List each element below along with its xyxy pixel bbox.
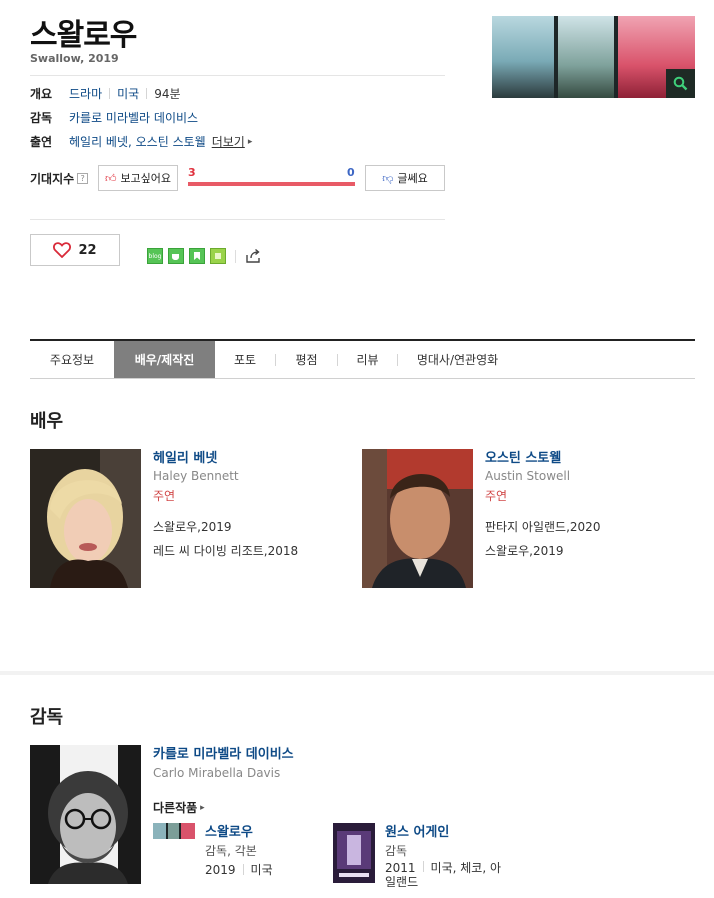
poster-image (153, 823, 195, 839)
separator (109, 88, 111, 99)
tabs-bottom-border (30, 378, 695, 379)
actor-portrait-image (30, 449, 141, 588)
tab-quotes-related[interactable]: 명대사/연관영화 (398, 341, 517, 378)
blog-label: blog (148, 252, 162, 260)
memo-share-icon[interactable] (210, 248, 226, 264)
not-sure-label: 글쎄요 (397, 172, 428, 185)
cast-label: 출연 (30, 135, 53, 149)
want-ratio-bar (188, 182, 355, 186)
genre-link[interactable]: 드라마 (69, 85, 102, 102)
actor-work[interactable]: 판타지 아일랜드,2020 (485, 518, 600, 535)
share-bar: blog (147, 248, 263, 264)
search-icon (673, 76, 688, 91)
expectation-label: 기대지수 (30, 171, 75, 186)
separator (242, 864, 244, 875)
tab-bar: 주요정보 배우/제작진 포토 평점 리뷰 명대사/연관영화 (30, 341, 517, 378)
separator (422, 861, 424, 872)
work-title[interactable]: 원스 어게인 (385, 821, 449, 840)
want-to-see-button[interactable]: 👍︎ 보고싶어요 (98, 165, 178, 191)
actor-photo-austin-stowell[interactable] (362, 449, 473, 588)
actor-role: 주연 (153, 489, 176, 503)
tab-rating[interactable]: 평점 (276, 341, 337, 378)
section-divider (0, 671, 714, 675)
actor-work[interactable]: 스왈로우,2019 (153, 518, 232, 535)
not-sure-button[interactable]: 👎︎ 글쎄요 (365, 165, 445, 191)
director-heading: 감독 (30, 707, 64, 728)
movie-subtitle: Swallow, 2019 (30, 52, 119, 65)
actor-name-kr[interactable]: 오스틴 스토웰 (485, 447, 561, 466)
tab-photo[interactable]: 포토 (215, 341, 275, 378)
actor-name-en: Haley Bennett (153, 469, 239, 483)
actors-heading: 배우 (30, 411, 64, 432)
expectation-row: 기대지수 ? (30, 165, 89, 191)
work-year: 2019 (205, 862, 236, 877)
chevron-right-icon: ▸ (247, 136, 253, 147)
other-works-header: 다른작품 ▸ (153, 799, 205, 816)
work-poster-once-again[interactable] (333, 823, 375, 883)
work-title[interactable]: 스왈로우 (205, 821, 253, 840)
director-row: 감독 카를로 미라벨라 데이비스 (30, 109, 198, 126)
other-works-label: 다른작품 (153, 801, 198, 815)
still-panel (492, 16, 556, 98)
window-frame (554, 16, 558, 98)
cup-icon (172, 253, 179, 260)
help-icon[interactable]: ? (77, 172, 89, 184)
tab-main-info[interactable]: 주요정보 (30, 341, 114, 378)
director-link[interactable]: 카를로 미라벨라 데이비스 (69, 109, 198, 126)
work-role: 감독 (385, 844, 408, 858)
work-country: 미국 (250, 863, 273, 877)
work-year: 2011 (385, 861, 416, 875)
separator (235, 249, 236, 263)
actor-name-kr[interactable]: 헤일리 베넷 (153, 447, 217, 466)
movie-still-thumbnail[interactable] (492, 16, 695, 98)
share-icon[interactable] (245, 248, 263, 264)
actor-portrait-image (362, 449, 473, 588)
like-button[interactable]: 22 (30, 234, 120, 266)
actor-name-en: Austin Stowell (485, 469, 571, 483)
work-meta: 2019 미국 (205, 861, 273, 878)
still-panel (556, 16, 616, 98)
separator (146, 88, 148, 99)
director-name-kr[interactable]: 카를로 미라벨라 데이비스 (153, 743, 294, 762)
director-photo[interactable] (30, 745, 141, 884)
director-name-en: Carlo Mirabella Davis (153, 766, 281, 780)
divider (30, 219, 445, 220)
actor-work[interactable]: 레드 씨 다이빙 리조트,2018 (153, 542, 298, 559)
overview-row: 개요 드라마 미국 94분 (30, 85, 181, 102)
memo-icon (215, 253, 221, 259)
actor-role: 주연 (485, 489, 508, 503)
more-link[interactable]: 더보기 (212, 133, 245, 150)
cafe-share-icon[interactable] (168, 248, 184, 264)
cast-row: 출연 헤일리 베넷, 오스틴 스토웰 더보기 ▸ (30, 133, 252, 150)
work-poster-swallow[interactable] (153, 823, 195, 839)
heart-icon (53, 242, 72, 258)
work-meta: 2011 미국, 체코, 아일랜드 (385, 861, 505, 889)
overview-label: 개요 (30, 87, 53, 101)
want-to-see-label: 보고싶어요 (120, 172, 172, 185)
window-frame (614, 16, 618, 98)
like-count: 22 (78, 242, 97, 258)
divider (30, 75, 445, 76)
director-portrait-image (30, 745, 141, 884)
director-label: 감독 (30, 111, 53, 125)
tab-cast-crew[interactable]: 배우/제작진 (114, 341, 215, 378)
bookmark-share-icon[interactable] (189, 248, 205, 264)
page-title: 스왈로우 (30, 18, 137, 53)
not-want-count: 0 (347, 166, 355, 179)
thumbs-up-icon: 👍︎ (104, 171, 117, 185)
thumbs-down-icon: 👎︎ (382, 171, 394, 185)
cast-link[interactable]: 헤일리 베넷, 오스틴 스토웰 (69, 133, 206, 150)
zoom-button[interactable] (666, 69, 695, 98)
blog-share-icon[interactable]: blog (147, 248, 163, 264)
country-link[interactable]: 미국 (117, 85, 139, 102)
want-count: 3 (188, 166, 196, 179)
chevron-right-icon: ▸ (200, 802, 205, 813)
runtime: 94분 (154, 87, 181, 101)
actor-work[interactable]: 스왈로우,2019 (485, 542, 564, 559)
tab-review[interactable]: 리뷰 (338, 341, 397, 378)
actor-photo-haley-bennett[interactable] (30, 449, 141, 588)
bookmark-icon (194, 252, 200, 260)
poster-image (333, 823, 375, 883)
work-role: 감독, 각본 (205, 844, 257, 858)
